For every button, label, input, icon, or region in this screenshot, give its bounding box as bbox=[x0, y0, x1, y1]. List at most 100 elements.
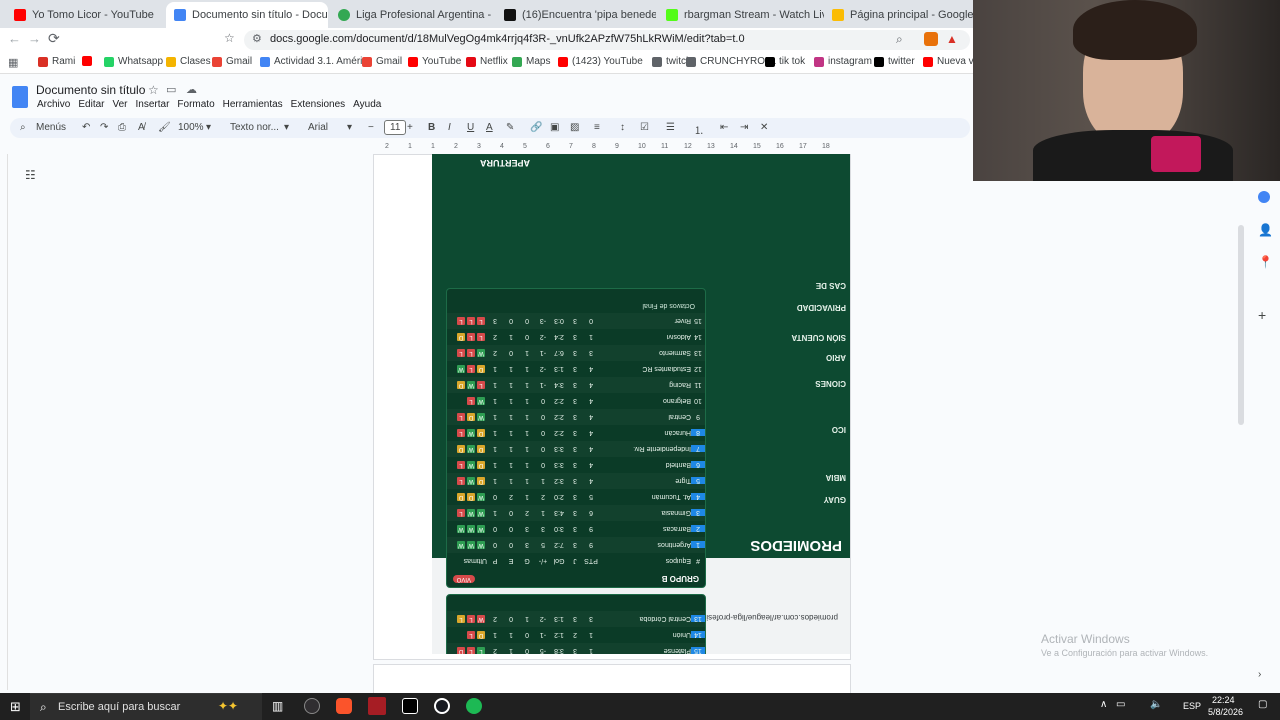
extension-icon[interactable] bbox=[924, 32, 938, 46]
bookmark-item[interactable]: twitter bbox=[874, 56, 915, 67]
zoom-icon[interactable]: ⌕ bbox=[896, 32, 903, 47]
tab-google-drive[interactable]: Página principal - Google Drive bbox=[824, 2, 973, 28]
paint-format-icon[interactable]: 🖌 bbox=[158, 122, 171, 133]
text-color-icon[interactable]: A bbox=[486, 122, 493, 133]
tasks-icon[interactable] bbox=[1258, 191, 1270, 203]
bookmark-item[interactable]: CRUNCHYROLL bbox=[686, 56, 776, 67]
document-title[interactable]: Documento sin título bbox=[36, 83, 145, 97]
bookmark-item[interactable]: Clases bbox=[166, 56, 211, 67]
capcut-icon[interactable] bbox=[402, 698, 418, 714]
forward-icon[interactable]: → bbox=[28, 31, 41, 46]
image-icon[interactable]: ▨ bbox=[570, 122, 579, 133]
expand-panel-icon[interactable]: › bbox=[1258, 669, 1261, 680]
bookmark-star-icon[interactable]: ☆ bbox=[224, 31, 235, 45]
outline-icon[interactable]: ☷ bbox=[25, 168, 36, 182]
table-row[interactable]: 10 Belgrano 4 3 2:2 0 1 1 1 W L bbox=[447, 393, 705, 409]
increase-size-icon[interactable]: + bbox=[407, 122, 413, 133]
brave-icon[interactable] bbox=[336, 698, 352, 714]
style-select[interactable]: Texto nor... bbox=[230, 122, 279, 133]
menus-search-button[interactable]: Menús bbox=[36, 122, 66, 133]
table-row[interactable]: 1 Argentinos 9 3 7:2 5 3 0 0 W W W bbox=[447, 537, 705, 553]
embedded-standings-image[interactable]: promiedos.com.ar/league/liga-profesional… bbox=[432, 154, 850, 654]
redo-icon[interactable]: ↷ bbox=[100, 122, 108, 133]
menu-item[interactable]: Formato bbox=[177, 99, 214, 110]
underline-icon[interactable]: U bbox=[467, 122, 474, 133]
bookmark-item[interactable]: Netflix bbox=[466, 56, 508, 67]
table-row[interactable]: 14 Unión 1 2 1:2 -1 0 1 1 D L bbox=[447, 627, 705, 643]
table-row[interactable]: 15 River 0 3 0:3 -3 0 0 3 L L L bbox=[447, 313, 705, 329]
print-icon[interactable]: ⎙ bbox=[118, 122, 126, 133]
reload-icon[interactable]: ⟳ bbox=[48, 30, 60, 47]
link-icon[interactable]: 🔗 bbox=[530, 122, 542, 133]
taskbar-search[interactable]: ⌕ Escribe aquí para buscar ✦✦ bbox=[30, 693, 262, 720]
table-row[interactable]: 4 At. Tucumán 5 3 2:0 2 1 2 0 W D D bbox=[447, 489, 705, 505]
bookmark-item[interactable]: Gmail bbox=[362, 56, 402, 67]
network-icon[interactable]: ▭ bbox=[1116, 699, 1125, 710]
font-size-input[interactable]: 11 bbox=[384, 120, 407, 135]
ruler[interactable]: 2 1 1 2 3 4 5 6 7 8 9 10 11 12 13 14 15 16 17 18 bbox=[373, 142, 851, 154]
tray-chevron-icon[interactable]: ∧ bbox=[1100, 699, 1107, 710]
steam-icon[interactable] bbox=[434, 698, 450, 714]
site-info-icon[interactable]: ⚙ bbox=[252, 32, 262, 45]
add-addon-icon[interactable]: + bbox=[1258, 307, 1266, 323]
table-row[interactable]: 8 Huracán 4 3 2:2 0 1 1 1 D W L bbox=[447, 425, 705, 441]
document-page-next[interactable] bbox=[373, 664, 851, 694]
bookmark-item[interactable]: Rami bbox=[38, 56, 75, 67]
taskbar-time[interactable]: 22:24 bbox=[1212, 695, 1235, 705]
task-view-icon[interactable]: ▥ bbox=[272, 699, 283, 713]
maps-icon[interactable]: 📍 bbox=[1258, 255, 1273, 269]
menu-item[interactable]: Insertar bbox=[136, 99, 170, 110]
taskbar-date[interactable]: 5/8/2026 bbox=[1208, 707, 1243, 717]
align-icon[interactable]: ≡ bbox=[594, 122, 600, 133]
menu-item[interactable]: Editar bbox=[78, 99, 104, 110]
tab-google-docs[interactable]: Documento sin título - Docum ✕ bbox=[166, 2, 328, 28]
apps-icon[interactable]: ▦ bbox=[8, 56, 18, 69]
comment-icon[interactable]: ▣ bbox=[550, 122, 559, 133]
taskbar-lang[interactable]: ESP bbox=[1183, 701, 1201, 711]
highlight-icon[interactable]: ✎ bbox=[506, 122, 514, 133]
bookmark-item[interactable]: (1423) YouTube bbox=[558, 56, 643, 67]
tab-kick[interactable]: rbargman Stream - Watch Live on Ki bbox=[658, 2, 824, 28]
docs-logo-icon[interactable] bbox=[12, 86, 28, 108]
bookmark-item[interactable]: Actividad 3.1. Améri... bbox=[260, 56, 371, 67]
italic-icon[interactable]: I bbox=[448, 122, 451, 133]
decrease-size-icon[interactable]: − bbox=[368, 122, 374, 133]
back-icon[interactable]: ← bbox=[8, 31, 21, 46]
table-row[interactable]: 9 Central 4 3 2:2 0 1 1 1 W D L bbox=[447, 409, 705, 425]
windows-start-icon[interactable]: ⊞ bbox=[10, 699, 21, 715]
table-row[interactable]: 14 Aldosivi 1 3 2:4 -2 0 1 2 L L D bbox=[447, 329, 705, 345]
line-spacing-icon[interactable]: ↕ bbox=[620, 122, 625, 133]
scrollbar[interactable] bbox=[1238, 225, 1244, 425]
menu-item[interactable]: Ayuda bbox=[353, 99, 381, 110]
checklist-icon[interactable]: ☑ bbox=[640, 122, 649, 133]
spotify-icon[interactable] bbox=[466, 698, 482, 714]
clear-format-icon[interactable]: ✕ bbox=[760, 122, 768, 133]
zoom-select[interactable]: 100% bbox=[178, 122, 204, 133]
menu-item[interactable]: Archivo bbox=[37, 99, 70, 110]
table-row[interactable]: 2 Barracas 9 3 3:0 3 3 0 0 W W W bbox=[447, 521, 705, 537]
table-row[interactable]: 13 Central Córdoba 3 3 1:3 -2 1 0 2 W L L bbox=[447, 611, 705, 627]
indent-increase-icon[interactable]: ⇥ bbox=[740, 122, 748, 133]
font-select[interactable]: Arial bbox=[308, 122, 328, 133]
tab-tiktok[interactable]: (16)Encuentra 'pipa benedetto 2017' bbox=[496, 2, 656, 28]
numbered-list-icon[interactable]: ⒈ bbox=[694, 122, 704, 137]
notifications-icon[interactable]: ▢ bbox=[1258, 699, 1267, 710]
table-row[interactable]: 7 Independiente Riv. 4 3 3:3 0 1 1 1 D W D bbox=[447, 441, 705, 457]
obs-icon[interactable] bbox=[304, 698, 320, 714]
bookmark-item[interactable]: Whatsapp bbox=[104, 56, 163, 67]
contacts-icon[interactable]: 👤 bbox=[1258, 223, 1273, 237]
menu-item[interactable]: Ver bbox=[112, 99, 127, 110]
bookmark-item[interactable]: YouTube bbox=[408, 56, 461, 67]
table-row[interactable]: 15 Platense 1 3 3:8 -5 0 1 2 L L D bbox=[447, 643, 705, 654]
volume-icon[interactable]: 🔈 bbox=[1150, 699, 1162, 710]
menu-item[interactable]: Extensiones bbox=[291, 99, 345, 110]
bookmark-item[interactable]: Maps bbox=[512, 56, 550, 67]
move-folder-icon[interactable]: ▭ bbox=[166, 83, 176, 96]
table-row[interactable]: 3 Gimnasia 6 3 4:3 1 2 0 1 W W L bbox=[447, 505, 705, 521]
bookmark-item[interactable]: instagram bbox=[814, 56, 872, 67]
table-row[interactable]: 12 Estudiantes RC 4 3 1:3 -2 1 1 1 D L W bbox=[447, 361, 705, 377]
bookmark-item[interactable] bbox=[82, 56, 96, 66]
spellcheck-icon[interactable]: A̸ bbox=[138, 122, 145, 133]
tab-youtube[interactable]: Yo Tomo Licor - YouTube bbox=[6, 2, 166, 28]
menu-item[interactable]: Herramientas bbox=[223, 99, 283, 110]
